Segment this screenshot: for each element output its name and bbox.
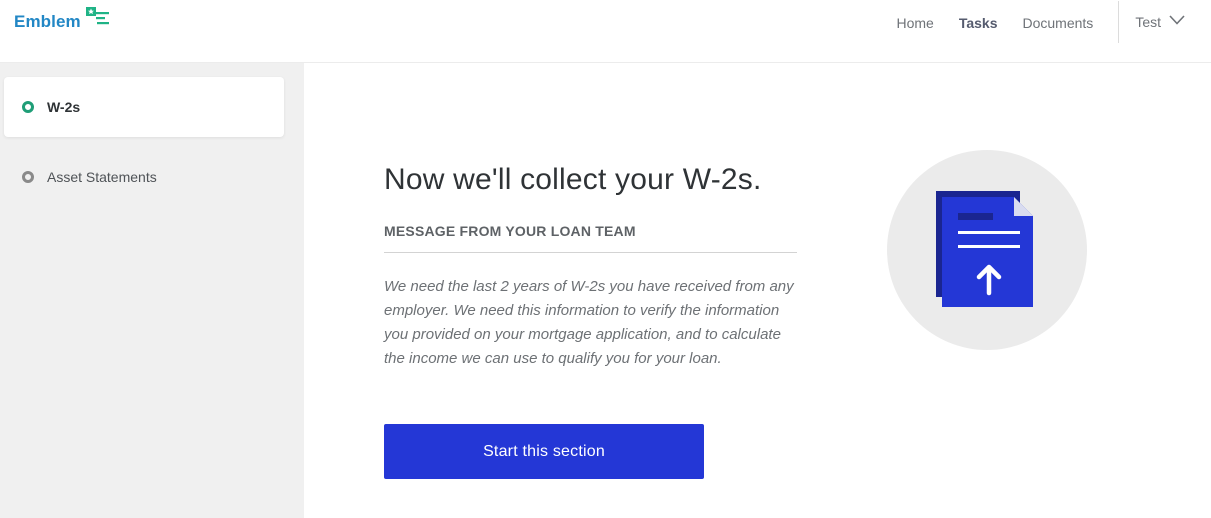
user-menu[interactable]: Test <box>1135 14 1185 30</box>
message-label: MESSAGE FROM YOUR LOAN TEAM <box>384 223 636 239</box>
sidebar-item-label: W-2s <box>47 99 81 115</box>
sidebar-item-label: Asset Statements <box>47 169 157 185</box>
nav-tasks[interactable]: Tasks <box>959 14 998 31</box>
main-nav: Home Tasks Documents Test <box>896 0 1211 44</box>
brand-mark-icon <box>83 6 111 33</box>
loan-team-message: We need the last 2 years of W-2s you hav… <box>384 278 794 367</box>
sidebar-item-asset-statements[interactable]: Asset Statements <box>4 147 284 207</box>
document-upload-icon <box>936 191 1033 307</box>
nav-divider <box>1118 1 1120 43</box>
nav-home[interactable]: Home <box>896 14 933 31</box>
chevron-down-icon <box>1169 12 1185 30</box>
top-navigation-bar: Emblem Home Tasks Documents Test <box>0 0 1211 63</box>
task-sidebar: W-2s Asset Statements <box>0 63 304 518</box>
status-dot-icon <box>22 101 34 113</box>
task-intro-panel: Now we'll collect your W-2s. MESSAGE FRO… <box>304 63 1211 518</box>
brand-name: Emblem <box>14 12 81 31</box>
sidebar-item-w2s[interactable]: W-2s <box>4 77 284 137</box>
start-section-button[interactable]: Start this section <box>384 424 704 479</box>
user-name: Test <box>1135 14 1161 30</box>
divider <box>384 252 797 253</box>
status-dot-icon <box>22 171 34 183</box>
nav-documents[interactable]: Documents <box>1023 14 1094 31</box>
emblem-logo[interactable]: Emblem <box>14 6 111 34</box>
illustration-background <box>887 150 1087 350</box>
page-title: Now we'll collect your W-2s. <box>384 163 762 196</box>
